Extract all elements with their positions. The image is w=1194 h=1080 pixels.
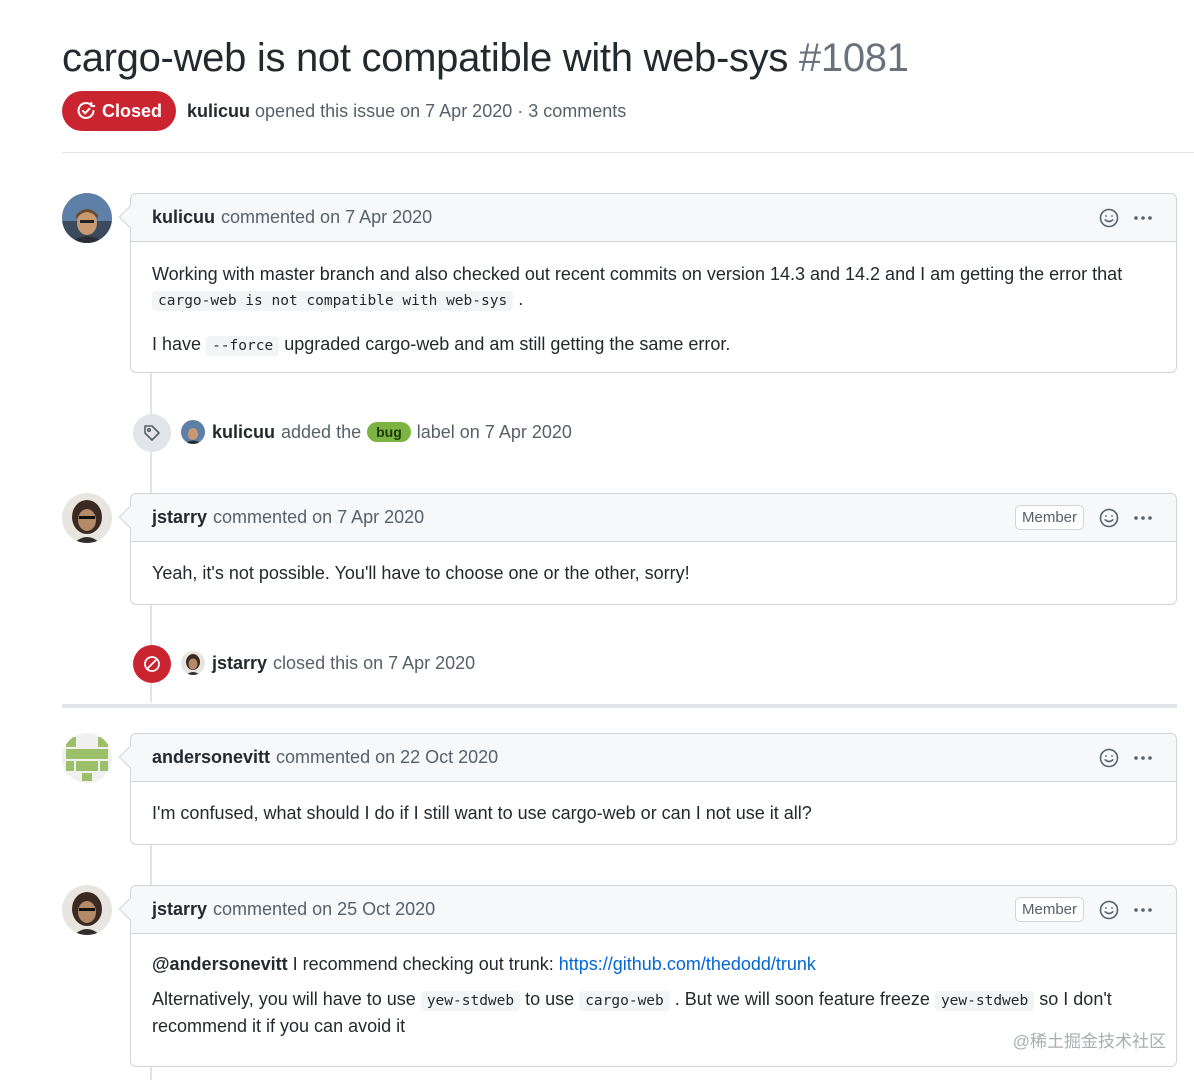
smiley-icon[interactable] — [1098, 747, 1120, 769]
comment-body: @andersonevitt I recommend checking out … — [131, 934, 1176, 1039]
smiley-icon[interactable] — [1098, 507, 1120, 529]
event-actor[interactable]: kulicuu — [212, 422, 275, 443]
comment-3: andersonevitt commented on 22 Oct 2020 I… — [118, 733, 1177, 845]
kebab-horizontal-icon[interactable] — [1132, 507, 1154, 529]
issue-title-text: cargo-web is not compatible with web-sys — [62, 36, 789, 80]
comment-text: Working with master branch and also chec… — [152, 264, 1123, 284]
issue-meta: kulicuu opened this issue on 7 Apr 2020 … — [187, 101, 626, 122]
circle-slash-icon — [144, 656, 160, 672]
comment-text: I have — [152, 334, 202, 354]
user-mention[interactable]: @andersonevitt — [152, 954, 288, 974]
issue-state-badge: Closed — [62, 91, 176, 131]
member-badge: Member — [1014, 505, 1084, 530]
comment-header: andersonevitt commented on 22 Oct 2020 — [131, 734, 1176, 782]
label-bug[interactable]: bug — [367, 422, 411, 442]
inline-code: yew-stdweb — [420, 991, 521, 1011]
comment-author[interactable]: jstarry — [152, 899, 207, 920]
comment-text: recommend it if you can avoid it — [152, 1016, 406, 1036]
comment-text: . — [518, 289, 524, 309]
tag-icon — [144, 425, 160, 441]
issue-opened-text: opened this issue on 7 Apr 2020 · 3 comm… — [255, 101, 627, 121]
mini-avatar-jstarry[interactable] — [181, 651, 205, 675]
issue-title: cargo-web is not compatible with web-sys… — [62, 36, 909, 81]
comment-header: kulicuu commented on 7 Apr 2020 — [131, 194, 1176, 242]
trunk-link[interactable]: https://github.com/thedodd/trunk — [559, 954, 816, 974]
event-text: label on 7 Apr 2020 — [416, 421, 572, 442]
comment-body: Yeah, it's not possible. You'll have to … — [131, 542, 1176, 586]
comment-text: I'm confused, what should I do if I stil… — [152, 803, 812, 823]
comment-header: jstarry commented on 25 Oct 2020 Member — [131, 886, 1176, 934]
comment-body: I'm confused, what should I do if I stil… — [131, 782, 1176, 826]
avatar-jstarry[interactable] — [62, 493, 112, 543]
kebab-horizontal-icon[interactable] — [1132, 207, 1154, 229]
inline-code: cargo-web is not compatible with web-sys — [152, 291, 514, 311]
watermark: @稀土掘金技术社区 — [1012, 1032, 1166, 1051]
event-text: added the — [281, 421, 362, 442]
kebab-horizontal-icon[interactable] — [1132, 899, 1154, 921]
avatar-andersonevitt[interactable] — [62, 733, 112, 783]
member-badge: Member — [1014, 897, 1084, 922]
event-actor[interactable]: jstarry — [212, 653, 267, 674]
close-event-badge — [133, 645, 171, 683]
comment-text: Alternatively, you will have to use — [152, 989, 416, 1009]
comment-paragraph: Alternatively, you will have to use yew-… — [152, 987, 1155, 1039]
inline-code: yew-stdweb — [934, 991, 1035, 1011]
issue-number: #1081 — [798, 36, 909, 80]
comment-text: so I don't — [1039, 989, 1112, 1009]
comment-2: jstarry commented on 7 Apr 2020 Member Y… — [118, 493, 1177, 605]
comment-header: jstarry commented on 7 Apr 2020 Member — [131, 494, 1176, 542]
comment-text: Yeah, it's not possible. You'll have to … — [152, 563, 690, 583]
event-text: closed this on 7 Apr 2020 — [273, 652, 476, 673]
comment-paragraph: Working with master branch and also chec… — [152, 262, 1155, 314]
avatar-jstarry[interactable] — [62, 885, 112, 935]
issue-author-link[interactable]: kulicuu — [187, 101, 250, 121]
label-event-badge — [133, 414, 171, 452]
comment-timestamp[interactable]: commented on 22 Oct 2020 — [276, 747, 498, 768]
comment-text: I recommend checking out trunk: — [292, 954, 554, 974]
comment-paragraph: @andersonevitt I recommend checking out … — [152, 952, 1155, 977]
header-divider — [62, 152, 1194, 153]
smiley-icon[interactable] — [1098, 207, 1120, 229]
comment-author[interactable]: jstarry — [152, 507, 207, 528]
mini-avatar-kulicuu[interactable] — [181, 420, 205, 444]
issue-closed-icon — [77, 101, 96, 119]
comment-text: . But we will soon feature freeze — [674, 989, 930, 1009]
avatar-kulicuu[interactable] — [62, 193, 112, 243]
section-divider — [62, 704, 1177, 708]
inline-code: --force — [206, 336, 280, 356]
issue-state-label: Closed — [101, 100, 162, 121]
comment-timestamp[interactable]: commented on 7 Apr 2020 — [213, 507, 424, 528]
label-event: kulicuu added the bug label on 7 Apr 202… — [181, 419, 572, 445]
comment-paragraph: I have --force upgraded cargo-web and am… — [152, 332, 1155, 359]
comment-timestamp[interactable]: commented on 7 Apr 2020 — [221, 207, 432, 228]
smiley-icon[interactable] — [1098, 899, 1120, 921]
close-event: jstarry closed this on 7 Apr 2020 — [181, 650, 475, 676]
comment-body: Working with master branch and also chec… — [131, 242, 1176, 359]
inline-code: cargo-web — [579, 991, 670, 1011]
kebab-horizontal-icon[interactable] — [1132, 747, 1154, 769]
comment-timestamp[interactable]: commented on 25 Oct 2020 — [213, 899, 435, 920]
comment-1: kulicuu commented on 7 Apr 2020 Working … — [118, 193, 1177, 373]
comment-author[interactable]: andersonevitt — [152, 747, 270, 768]
comment-author[interactable]: kulicuu — [152, 207, 215, 228]
comment-text: upgraded cargo-web and am still getting … — [284, 334, 731, 354]
comment-text: to use — [525, 989, 575, 1009]
